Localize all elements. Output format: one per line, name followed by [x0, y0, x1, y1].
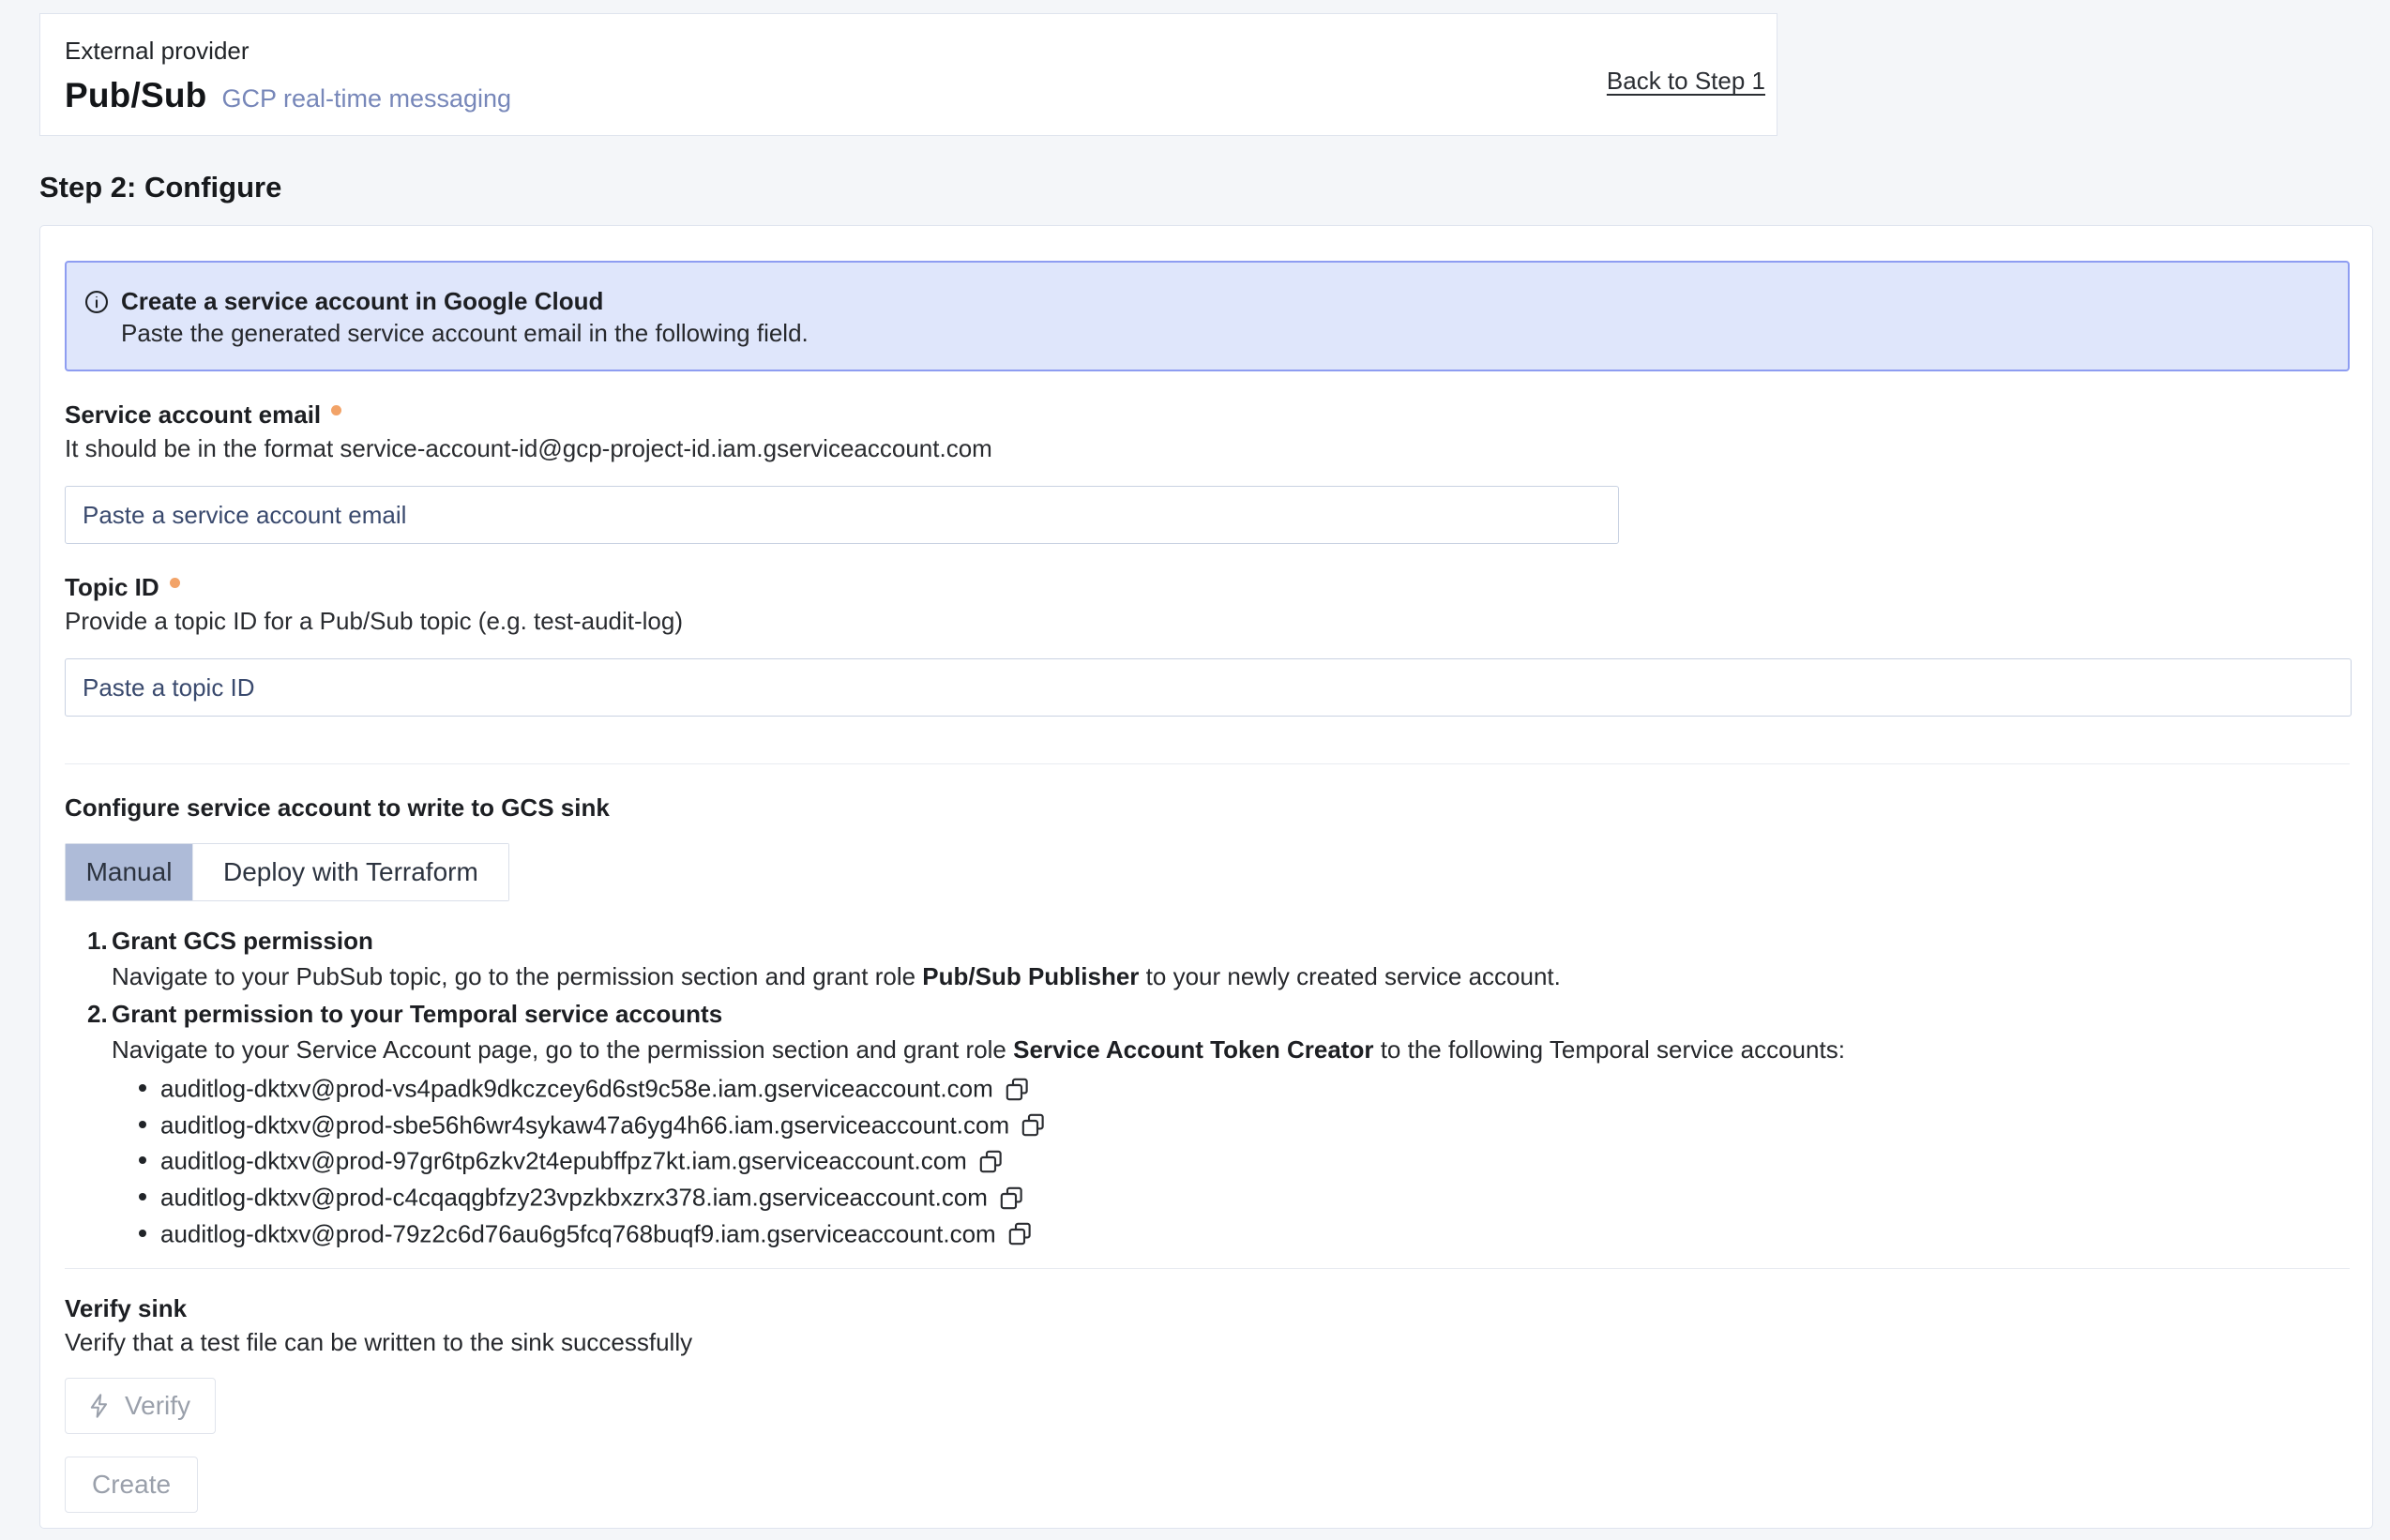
step-body-text: Navigate to your Service Account page, g…	[112, 1035, 1013, 1064]
verify-button[interactable]: Verify	[65, 1378, 216, 1434]
configure-card: Create a service account in Google Cloud…	[39, 225, 2373, 1529]
topic-id-helper: Provide a topic ID for a Pub/Sub topic (…	[65, 606, 2350, 636]
create-button-row: Create	[40, 1434, 2372, 1513]
service-account-email-label-row: Service account email	[65, 400, 2350, 430]
verify-button-row: Verify	[40, 1357, 2372, 1434]
page-title: Step 2: Configure	[39, 171, 281, 204]
service-account-item: auditlog-dktxv@prod-vs4padk9dkczcey6d6st…	[160, 1070, 2350, 1107]
step-body: Navigate to your Service Account page, g…	[112, 1034, 2350, 1064]
configure-section-heading: Configure service account to write to GC…	[65, 793, 2372, 823]
step-title: Grant permission to your Temporal servic…	[112, 999, 2350, 1029]
service-account-email-text: auditlog-dktxv@prod-79z2c6d76au6g5fcq768…	[160, 1219, 996, 1247]
service-account-item: auditlog-dktxv@prod-sbe56h6wr4sykaw47a6y…	[160, 1107, 2350, 1143]
info-banner-body: Paste the generated service account emai…	[121, 318, 809, 348]
role-name: Pub/Sub Publisher	[922, 962, 1139, 990]
role-name: Service Account Token Creator	[1013, 1035, 1373, 1064]
verify-sink-description: Verify that a test file can be written t…	[65, 1327, 2372, 1357]
service-account-item: auditlog-dktxv@prod-c4cqaqgbfzy23vpzkbxz…	[160, 1179, 2350, 1215]
service-account-email-text: auditlog-dktxv@prod-vs4padk9dkczcey6d6st…	[160, 1075, 993, 1103]
service-account-email-input[interactable]	[65, 486, 1619, 544]
provider-eyebrow: External provider	[65, 37, 1777, 65]
copy-icon[interactable]	[1021, 1112, 1046, 1138]
step-body-text: to the following Temporal service accoun…	[1373, 1035, 1844, 1064]
provider-name-row: Pub/Sub GCP real-time messaging	[65, 76, 1777, 115]
service-account-email-field: Service account email It should be in th…	[65, 400, 2350, 544]
service-account-email-text: auditlog-dktxv@prod-c4cqaqgbfzy23vpzkbxz…	[160, 1184, 988, 1212]
copy-icon[interactable]	[978, 1149, 1004, 1174]
copy-icon[interactable]	[1007, 1221, 1033, 1246]
section-divider	[65, 1268, 2350, 1269]
info-banner: Create a service account in Google Cloud…	[65, 261, 2350, 371]
copy-icon[interactable]	[1005, 1077, 1030, 1102]
service-account-email-text: auditlog-dktxv@prod-sbe56h6wr4sykaw47a6y…	[160, 1110, 1009, 1139]
bolt-icon	[86, 1393, 113, 1419]
verify-sink-heading: Verify sink	[65, 1293, 2372, 1323]
tab-manual[interactable]: Manual	[66, 844, 192, 900]
service-account-email-text: auditlog-dktxv@prod-97gr6tp6zkv2t4epubff…	[160, 1147, 967, 1175]
provider-tagline: GCP real-time messaging	[221, 84, 511, 113]
service-account-email-label: Service account email	[65, 400, 321, 430]
verify-button-label: Verify	[125, 1391, 190, 1421]
required-indicator	[170, 578, 180, 588]
step-item-grant-temporal: Grant permission to your Temporal servic…	[87, 999, 2350, 1251]
create-button[interactable]: Create	[65, 1457, 198, 1513]
service-account-item: auditlog-dktxv@prod-97gr6tp6zkv2t4epubff…	[160, 1142, 2350, 1179]
provider-card: External provider Pub/Sub GCP real-time …	[39, 13, 1777, 136]
section-divider	[65, 763, 2350, 764]
step-body: Navigate to your PubSub topic, go to the…	[112, 961, 2350, 991]
sink-config-tabs: Manual Deploy with Terraform	[65, 843, 509, 901]
copy-icon[interactable]	[999, 1185, 1024, 1211]
manual-steps-list: Grant GCS permission Navigate to your Pu…	[87, 926, 2350, 1251]
step-title: Grant GCS permission	[112, 926, 2350, 956]
topic-id-field: Topic ID Provide a topic ID for a Pub/Su…	[65, 572, 2350, 717]
topic-id-input[interactable]	[65, 658, 2352, 717]
topic-id-label: Topic ID	[65, 573, 159, 602]
service-account-item: auditlog-dktxv@prod-79z2c6d76au6g5fcq768…	[160, 1215, 2350, 1252]
service-account-email-helper: It should be in the format service-accou…	[65, 433, 2350, 463]
topic-id-label-row: Topic ID	[65, 572, 2350, 602]
info-banner-text: Create a service account in Google Cloud…	[121, 286, 809, 348]
step-item-grant-gcs: Grant GCS permission Navigate to your Pu…	[87, 926, 2350, 991]
provider-name: Pub/Sub	[65, 76, 206, 115]
create-button-label: Create	[92, 1470, 171, 1500]
info-icon	[83, 289, 110, 315]
info-banner-title: Create a service account in Google Cloud	[121, 286, 809, 316]
tab-deploy-with-terraform[interactable]: Deploy with Terraform	[192, 844, 508, 900]
step-body-text: Navigate to your PubSub topic, go to the…	[112, 962, 922, 990]
step-body-text: to your newly created service account.	[1139, 962, 1560, 990]
back-to-step-1-link[interactable]: Back to Step 1	[1607, 67, 1765, 96]
page: External provider Pub/Sub GCP real-time …	[0, 0, 2390, 1540]
required-indicator	[331, 405, 341, 415]
service-account-list: auditlog-dktxv@prod-vs4padk9dkczcey6d6st…	[112, 1070, 2350, 1251]
